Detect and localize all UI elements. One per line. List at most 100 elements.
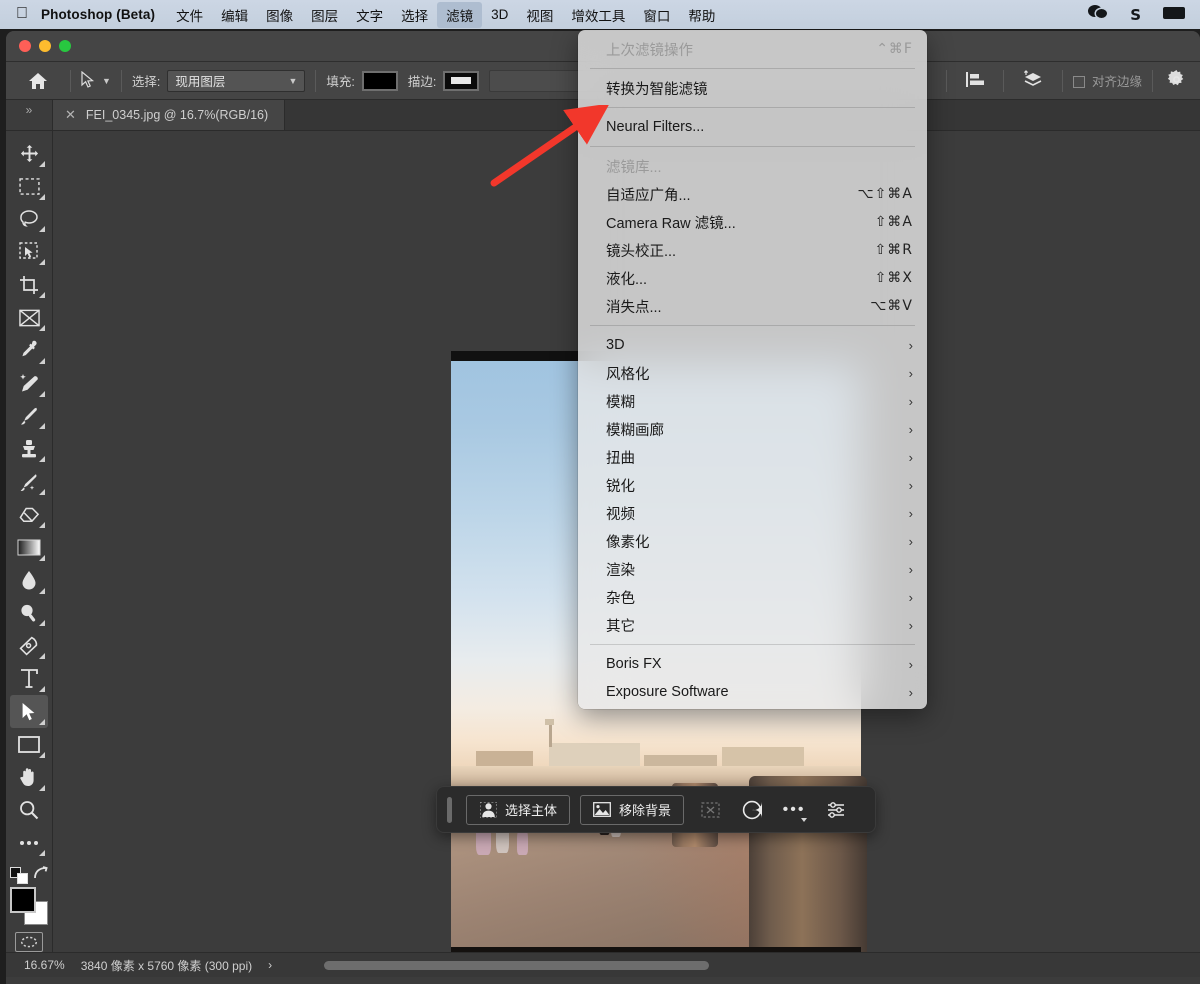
menu-item-blur[interactable]: 模糊 › — [578, 387, 927, 415]
filter-dropdown-menu[interactable]: 上次滤镜操作 ⌃⌘F 转换为智能滤镜 Neural Filters... 滤镜库… — [578, 30, 927, 709]
menu-item-stylize[interactable]: 风格化 › — [578, 359, 927, 387]
tool-flyout-indicator — [39, 554, 45, 561]
foreground-color-swatch[interactable] — [10, 887, 36, 914]
apple-icon[interactable]:  — [0, 5, 41, 22]
submenu-arrow-icon: › — [908, 589, 913, 605]
remove-background-button[interactable]: 移除背景 — [580, 794, 685, 825]
clone-stamp-tool[interactable] — [10, 432, 48, 465]
gradient-tool[interactable] — [10, 531, 48, 564]
brush-tool[interactable] — [10, 400, 48, 433]
menu-item-noise[interactable]: 杂色 › — [578, 583, 927, 611]
history-brush-tool[interactable] — [10, 465, 48, 498]
menu-item-distort[interactable]: 扭曲 › — [578, 443, 927, 471]
menu-item-video[interactable]: 视频 › — [578, 499, 927, 527]
menu-item-adaptive-wide-angle[interactable]: 自适应广角... ⌥⇧⌘A — [578, 180, 927, 208]
path-selection-tool[interactable] — [10, 695, 48, 728]
wechat-icon[interactable] — [1077, 4, 1119, 25]
menu-layer[interactable]: 图层 — [302, 2, 347, 28]
menu-item-exposure-software[interactable]: Exposure Software › — [578, 678, 927, 706]
menu-view[interactable]: 视图 — [517, 2, 562, 28]
rectangular-marquee-tool[interactable] — [10, 170, 48, 203]
battery-icon[interactable] — [1152, 6, 1196, 24]
align-edges-checkbox[interactable]: 对齐边缘 — [1072, 71, 1142, 90]
window-minimize-button[interactable] — [39, 40, 51, 52]
document-tab-label: FEI_0345.jpg @ 16.7%(RGB/16) — [85, 108, 269, 122]
window-close-button[interactable] — [19, 40, 31, 52]
menu-edit[interactable]: 编辑 — [212, 2, 257, 28]
zoom-level-label[interactable]: 16.67% — [24, 958, 65, 972]
align-icon[interactable] — [957, 71, 993, 91]
fill-color-swatch[interactable] — [361, 70, 398, 91]
menu-item-pixelate[interactable]: 像素化 › — [578, 527, 927, 555]
menu-item-liquify[interactable]: 液化... ⇧⌘X — [578, 264, 927, 292]
menu-item-3d[interactable]: 3D › — [578, 331, 927, 359]
color-swatches[interactable] — [10, 887, 48, 925]
move-tool[interactable] — [10, 137, 48, 170]
select-mode-dropdown[interactable]: 现用图层 ▼ — [167, 69, 306, 92]
type-tool[interactable] — [10, 662, 48, 695]
app-name-label[interactable]: Photoshop (Beta) — [41, 7, 167, 22]
menu-item-sharpen[interactable]: 锐化 › — [578, 471, 927, 499]
document-tab[interactable]: ✕ FEI_0345.jpg @ 16.7%(RGB/16) — [53, 100, 286, 130]
spot-healing-brush-tool[interactable] — [10, 367, 48, 400]
home-icon[interactable] — [28, 72, 48, 90]
menu-item-lens-correction[interactable]: 镜头校正... ⇧⌘R — [578, 236, 927, 264]
gear-icon[interactable] — [1163, 69, 1196, 92]
frame-tool[interactable] — [10, 301, 48, 334]
eraser-tool[interactable] — [10, 498, 48, 531]
object-selection-tool[interactable] — [10, 235, 48, 268]
tool-preset-chevron-down-icon[interactable]: ▼ — [102, 76, 111, 86]
menu-item-camera-raw-filter[interactable]: Camera Raw 滤镜... ⇧⌘A — [578, 208, 927, 236]
rectangle-tool[interactable] — [10, 728, 48, 761]
task-bar-settings-icon[interactable] — [820, 795, 852, 825]
more-options-icon[interactable]: ••• — [778, 795, 810, 825]
menu-select[interactable]: 选择 — [392, 2, 437, 28]
submenu-arrow-icon: › — [908, 505, 913, 521]
close-icon[interactable]: ✕ — [65, 107, 76, 123]
swap-colors-icon[interactable] — [33, 866, 48, 885]
sogou-input-icon[interactable]: S — [1119, 6, 1152, 24]
move-tool-icon[interactable] — [81, 70, 96, 91]
menu-item-blur-gallery[interactable]: 模糊画廊 › — [578, 415, 927, 443]
contextual-task-bar[interactable]: 选择主体 移除背景 ••• — [436, 786, 876, 833]
menu-help[interactable]: 帮助 — [679, 2, 724, 28]
blur-tool[interactable] — [10, 564, 48, 597]
menu-window[interactable]: 窗口 — [634, 2, 679, 28]
menu-filter[interactable]: 滤镜 — [437, 1, 483, 28]
menu-item-shortcut: ⇧⌘X — [874, 270, 913, 286]
adjustment-layer-icon[interactable] — [736, 795, 768, 825]
crop-tool[interactable] — [10, 268, 48, 301]
expand-panels-icon[interactable]: » — [6, 100, 53, 130]
transform-selection-icon[interactable] — [694, 795, 726, 825]
horizontal-scrollbar[interactable] — [272, 953, 1200, 978]
pen-tool[interactable] — [10, 629, 48, 662]
menu-item-convert-smart-filter[interactable]: 转换为智能滤镜 — [578, 74, 927, 102]
menu-item-other[interactable]: 其它 › — [578, 611, 927, 639]
tool-flyout-indicator — [39, 718, 45, 725]
dodge-tool[interactable] — [10, 597, 48, 630]
stroke-color-swatch[interactable] — [443, 70, 480, 91]
edit-toolbar-tool[interactable] — [10, 826, 48, 859]
menu-item-vanishing-point[interactable]: 消失点... ⌥⌘V — [578, 292, 927, 320]
task-bar-drag-handle[interactable] — [447, 796, 452, 823]
eyedropper-tool[interactable] — [10, 334, 48, 367]
menu-image[interactable]: 图像 — [257, 2, 302, 28]
menu-divider — [590, 107, 915, 108]
menu-file[interactable]: 文件 — [167, 2, 212, 28]
menu-item-render[interactable]: 渲染 › — [578, 555, 927, 583]
menu-3d[interactable]: 3D — [482, 4, 517, 25]
menu-item-nik-collection[interactable]: Nik Collection › — [578, 706, 927, 709]
select-subject-button[interactable]: 选择主体 — [466, 794, 571, 825]
window-zoom-button[interactable] — [59, 40, 71, 52]
layer-arrange-icon[interactable] — [1014, 70, 1052, 91]
zoom-tool[interactable] — [10, 794, 48, 827]
menu-item-neural-filters[interactable]: Neural Filters... — [578, 113, 927, 141]
lasso-tool[interactable] — [10, 203, 48, 236]
quick-mask-icon[interactable] — [15, 931, 43, 952]
horizontal-scrollbar-thumb[interactable] — [324, 960, 710, 970]
default-colors-icon[interactable] — [10, 866, 28, 885]
menu-type[interactable]: 文字 — [347, 2, 392, 28]
hand-tool[interactable] — [10, 761, 48, 794]
menu-item-boris-fx[interactable]: Boris FX › — [578, 650, 927, 678]
menu-plugins[interactable]: 增效工具 — [562, 2, 634, 28]
